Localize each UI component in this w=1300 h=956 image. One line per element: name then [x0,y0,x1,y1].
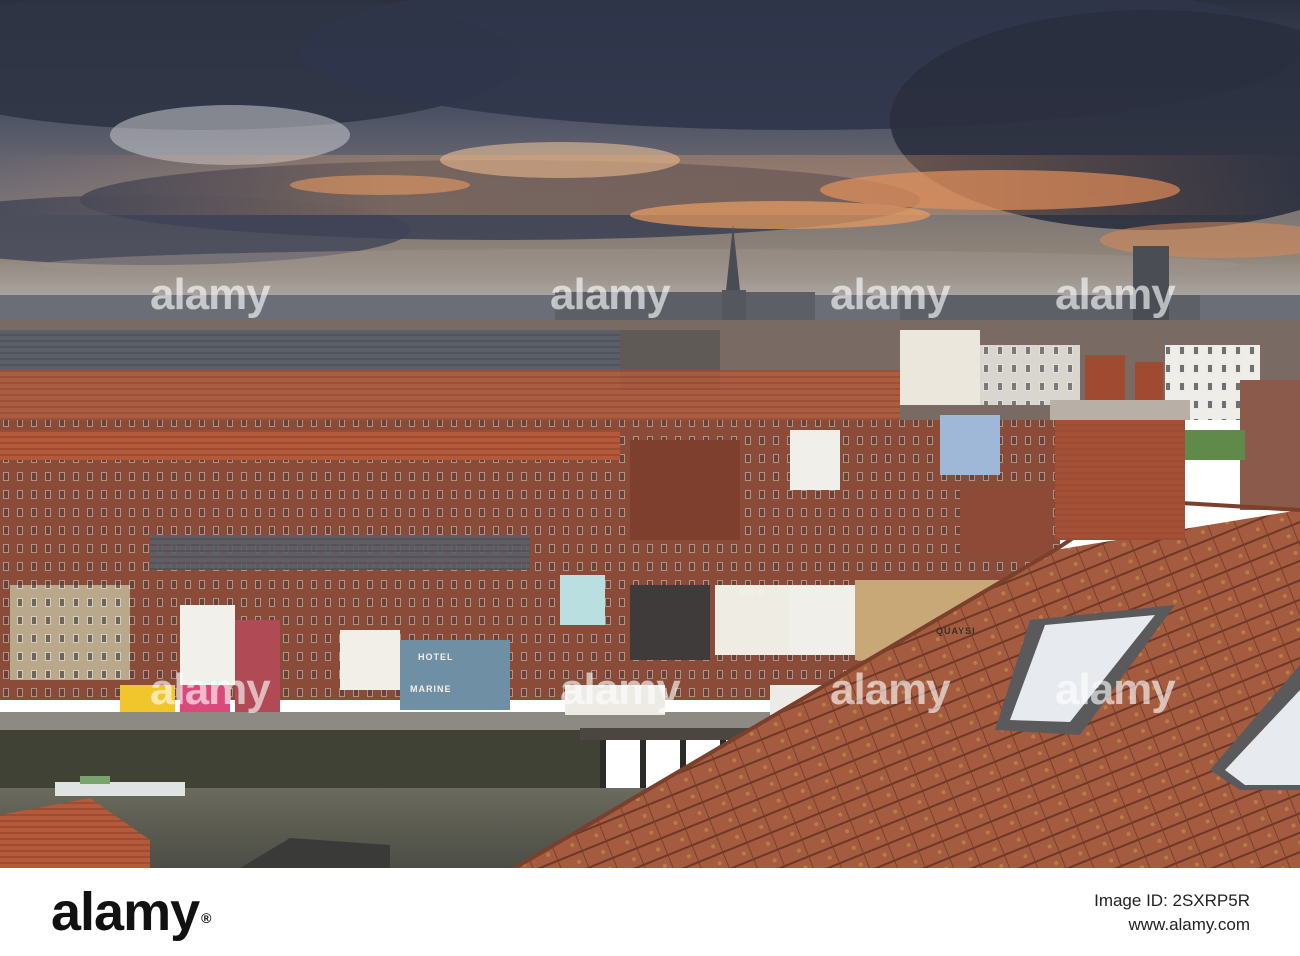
alamy-logo[interactable]: alamy ® [51,882,211,942]
page: HOTEL MARINE PIER QUAYSI alamy alamy ala… [0,0,1300,956]
hotel-sign: HOTEL [418,652,454,662]
boat [55,782,185,796]
watermark: alamy [1055,665,1176,714]
watermark: alamy [1055,270,1176,319]
watermark: alamy [150,665,271,714]
quayside-sign: QUAYSI [936,626,976,636]
site-url[interactable]: www.alamy.com [1128,914,1250,936]
blue-house [940,415,1000,475]
watermark: alamy [560,665,681,714]
footer-bar: alamy ® Image ID: 2SXRP5R www.alamy.com [0,868,1300,956]
registered-icon: ® [201,910,211,926]
image-id: Image ID: 2SXRP5R [1094,891,1250,910]
teal-house [560,575,605,625]
green-lawn [1175,430,1245,460]
watermark: alamy [150,270,271,319]
town-scene [0,0,1300,868]
pier-sign: PIER [740,588,766,598]
quayside [0,712,860,730]
watermark: alamy [550,270,671,319]
watermark: alamy [830,665,951,714]
watermark: alamy [830,270,951,319]
marine-hotel [400,640,510,710]
logo-text: alamy [51,882,200,942]
photograph: HOTEL MARINE PIER QUAYSI alamy alamy ala… [0,0,1300,868]
marine-sign: MARINE [410,684,452,694]
